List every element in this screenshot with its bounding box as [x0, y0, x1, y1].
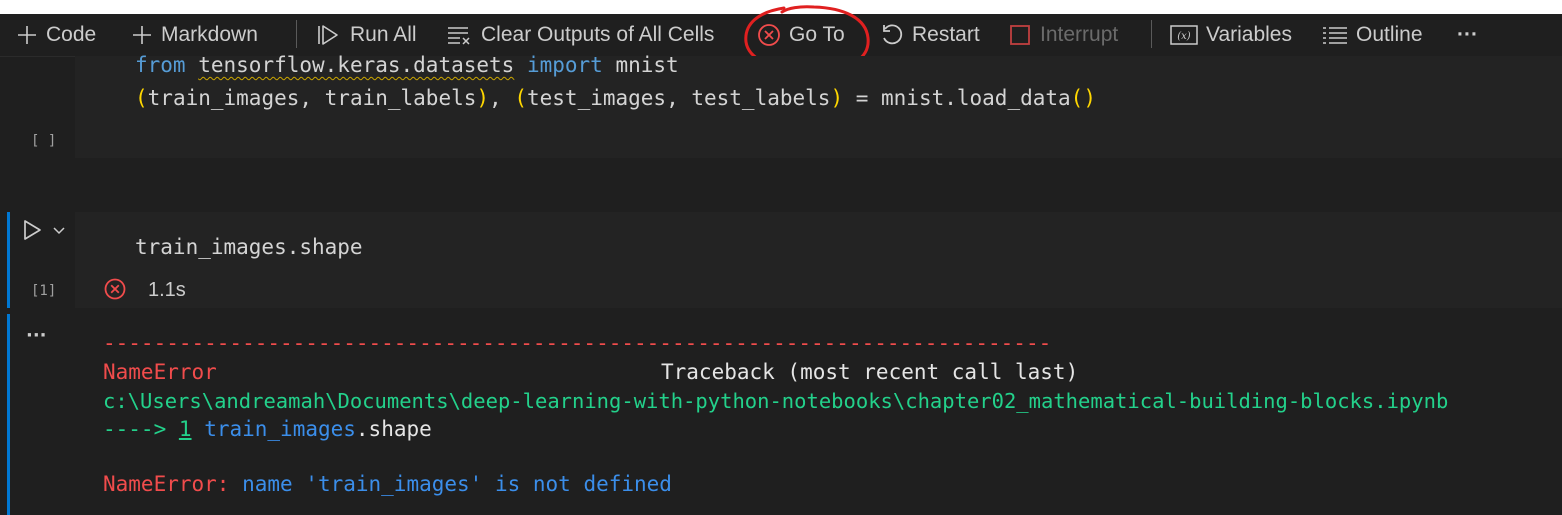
cell-focus-bar	[7, 212, 10, 308]
add-markdown-cell-button[interactable]: Markdown	[131, 14, 258, 56]
plus-icon	[133, 26, 151, 44]
chevron-down-icon	[53, 227, 65, 235]
more-actions-button[interactable]: ···	[1457, 14, 1478, 56]
paren: (	[135, 86, 148, 110]
traceback-code-attr: .shape	[355, 417, 432, 441]
final-error-name: NameError:	[103, 472, 230, 496]
restart-button[interactable]: Restart	[880, 14, 980, 56]
code-text: train_images, train_labels	[147, 86, 477, 110]
traceback-line-link[interactable]: 1	[179, 417, 192, 441]
variables-button[interactable]: (x) Variables	[1170, 14, 1292, 56]
variables-icon: (x)	[1170, 25, 1198, 45]
interrupt-button[interactable]: Interrupt	[1008, 14, 1118, 56]
stop-square-icon	[1010, 25, 1030, 45]
svg-text:(x): (x)	[1177, 31, 1191, 42]
output-more-icon[interactable]: ···	[26, 325, 47, 346]
traceback-path[interactable]: c:\Users\andreamah\Documents\deep-learni…	[103, 389, 1448, 413]
error-name: NameError	[103, 360, 217, 384]
paren: (	[1070, 86, 1084, 110]
code-line-load[interactable]: (train_images, train_labels), (test_imag…	[135, 86, 1096, 110]
traceback-label: Traceback (most recent call last)	[661, 360, 1079, 384]
paren: )	[1083, 86, 1096, 110]
window-top-strip	[0, 0, 1562, 14]
run-all-icon	[318, 25, 338, 45]
module-name: tensorflow.keras.datasets	[198, 53, 515, 77]
add-code-cell-button[interactable]: Code	[16, 14, 96, 56]
code-line-import[interactable]: from tensorflow.keras.datasets import mn…	[135, 53, 679, 77]
run-all-button[interactable]: Run All	[316, 14, 417, 56]
execution-count: [1]	[31, 283, 57, 299]
add-markdown-label: Markdown	[161, 23, 258, 46]
toolbar-separator	[1151, 20, 1152, 48]
restart-icon	[883, 24, 903, 45]
final-error-message: NameError: name 'train_images' is not de…	[103, 472, 672, 496]
paren: (	[514, 86, 527, 110]
execution-duration: 1.1s	[148, 279, 186, 301]
keyword-from: from	[135, 53, 186, 77]
more-icon: ···	[1457, 23, 1478, 46]
run-icon	[24, 220, 41, 240]
paren: )	[830, 86, 844, 110]
error-circle-icon	[758, 24, 780, 46]
code-text: = mnist.load_data	[843, 86, 1071, 110]
outline-button[interactable]: Outline	[1322, 14, 1423, 56]
run-all-label: Run All	[350, 23, 417, 46]
traceback-code-var: train_images	[204, 417, 356, 441]
import-name: mnist	[615, 53, 679, 77]
final-error-text: name 'train_images' is not defined	[229, 472, 672, 496]
clear-outputs-label: Clear Outputs of All Cells	[481, 23, 715, 46]
code-text: ,	[489, 86, 515, 110]
code-text: test_images, test_labels	[527, 86, 831, 110]
code-cell-2[interactable]	[75, 212, 1562, 308]
paren: )	[476, 86, 490, 110]
interrupt-label: Interrupt	[1040, 23, 1119, 46]
keyword-import: import	[526, 53, 603, 77]
notebook-toolbar: Code Markdown Run All Clear Outputs of A…	[0, 14, 1562, 57]
traceback-line: ----> 1 train_images.shape	[103, 417, 432, 441]
output-focus-bar	[7, 314, 10, 515]
restart-label: Restart	[912, 23, 980, 46]
toolbar-separator	[296, 20, 297, 48]
error-status-icon	[103, 277, 127, 305]
goto-label: Go To	[789, 23, 845, 46]
traceback-arrow: ---->	[103, 417, 167, 441]
traceback-dashes: ----------------------------------------…	[103, 331, 1052, 355]
run-cell-button[interactable]	[21, 212, 51, 248]
variables-label: Variables	[1206, 23, 1292, 46]
code-line-shape[interactable]: train_images.shape	[135, 235, 363, 259]
add-code-label: Code	[46, 23, 97, 46]
clear-all-icon	[448, 27, 470, 45]
execution-count: [ ]	[31, 133, 57, 149]
outline-list-icon	[1323, 27, 1347, 44]
plus-icon	[18, 26, 36, 44]
clear-outputs-button[interactable]: Clear Outputs of All Cells	[447, 14, 714, 56]
goto-button[interactable]: Go To	[757, 14, 845, 56]
run-options-dropdown[interactable]	[52, 212, 74, 248]
outline-label: Outline	[1356, 23, 1423, 46]
